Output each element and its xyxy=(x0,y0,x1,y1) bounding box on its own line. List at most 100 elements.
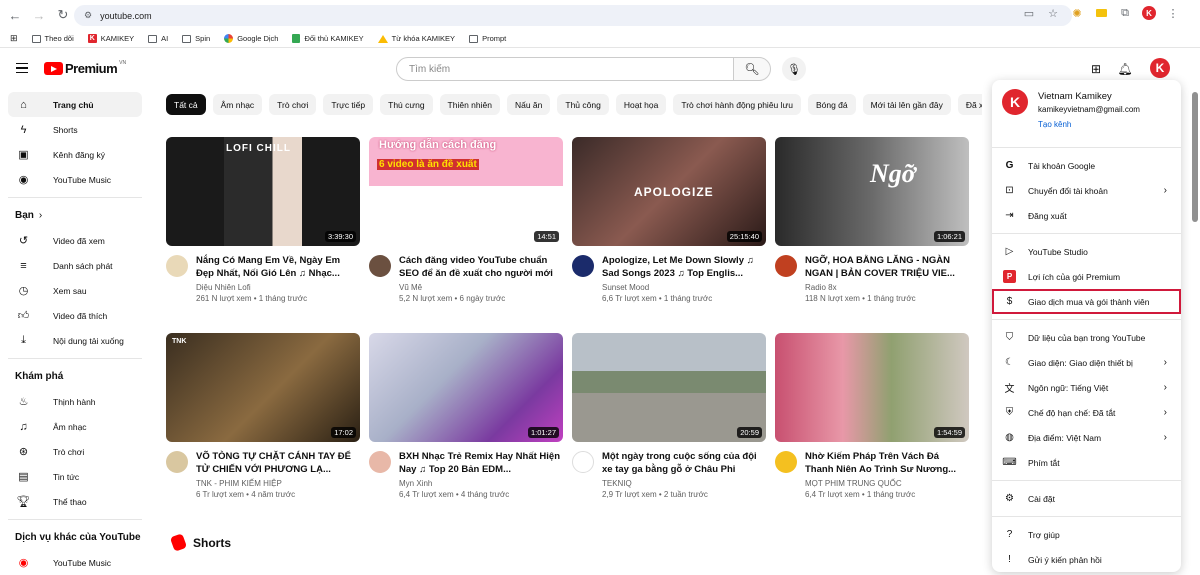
video-title[interactable]: Một ngày trong cuộc sống của đội xe tay … xyxy=(602,450,766,476)
sidebar-item-shorts[interactable]: ϟ Shorts xyxy=(8,117,142,142)
sidebar-item-youtube-music[interactable]: ◉ YouTube Music xyxy=(8,167,142,192)
menu-item-help[interactable]: ? Trợ giúp xyxy=(992,522,1181,547)
you-section-heading[interactable]: Bạn › xyxy=(0,203,150,228)
menu-item-switch-account[interactable]: ⊡ Chuyển đổi tài khoản › xyxy=(992,178,1181,203)
channel-avatar[interactable] xyxy=(166,255,188,277)
menu-item-youtube-studio[interactable]: ▷ YouTube Studio xyxy=(992,239,1181,264)
chip[interactable]: Trò chơi hành động phiêu lưu xyxy=(673,94,801,115)
channel-name[interactable]: TEKNIQ xyxy=(602,479,766,488)
video-card[interactable]: 20:59 Một ngày trong cuộc sống của đội x… xyxy=(572,333,766,499)
notifications-bell-icon[interactable]: 🔔︎ xyxy=(1117,61,1133,77)
reload-icon[interactable]: ↻ xyxy=(54,6,72,24)
profile-avatar[interactable]: K xyxy=(1142,6,1156,20)
bookmark-item[interactable]: Từ khóa KAMIKEY xyxy=(377,34,455,43)
forward-icon[interactable]: → xyxy=(30,6,48,24)
video-thumbnail[interactable]: LOFI CHILL 3:39:30 xyxy=(166,137,360,246)
video-card[interactable]: 1:54:59 Nhờ Kiếm Pháp Trên Vách Đá Thanh… xyxy=(775,333,969,499)
bookmark-item[interactable]: Theo dõi xyxy=(31,34,74,43)
menu-item-premium-benefits[interactable]: P Lợi ích của gói Premium xyxy=(992,264,1181,289)
channel-name[interactable]: Radio 8x xyxy=(805,283,969,292)
chip[interactable]: Hoạt họa xyxy=(615,94,667,115)
account-avatar[interactable]: K xyxy=(1150,58,1170,78)
channel-name[interactable]: Vũ Mê xyxy=(399,283,563,292)
channel-avatar[interactable] xyxy=(369,451,391,473)
video-title[interactable]: Apologize, Let Me Down Slowly ♫ Sad Song… xyxy=(602,254,766,280)
channel-name[interactable]: TNK - PHIM KIẾM HIỆP xyxy=(196,479,360,488)
video-card[interactable]: 1:01:27 BXH Nhạc Trẻ Remix Hay Nhất Hiện… xyxy=(369,333,563,499)
sidebar-item-home[interactable]: ⌂ Trang chủ xyxy=(8,92,142,117)
chip[interactable]: Thủ công xyxy=(557,94,609,115)
video-title[interactable]: VÕ TÒNG TỰ CHẶT CÁNH TAY ĐỂ TỬ CHIẾN VỚI… xyxy=(196,450,360,476)
chip[interactable]: Mới tải lên gần đây xyxy=(862,94,951,115)
chip[interactable]: Trực tiếp xyxy=(323,94,374,115)
voice-search-button[interactable]: 🎙︎ xyxy=(782,57,806,81)
extension-icon[interactable] xyxy=(1094,6,1108,20)
sidebar-item-downloads[interactable]: ⤓ Nội dung tải xuống xyxy=(8,328,142,353)
sidebar-item-liked-videos[interactable]: 👍︎ Video đã thích xyxy=(8,303,142,328)
bookmark-item[interactable]: Google Dịch xyxy=(224,34,278,43)
menu-item-language[interactable]: 文 Ngôn ngữ: Tiếng Việt › xyxy=(992,375,1181,400)
video-card[interactable]: Hướng dẫn cách đăng 6 video là ăn đề xuấ… xyxy=(369,137,563,303)
sidebar-item-history[interactable]: ↺ Video đã xem xyxy=(8,228,142,253)
menu-item-keyboard-shortcuts[interactable]: ⌨ Phím tắt xyxy=(992,450,1181,475)
address-bar[interactable]: ⚙ youtube.com xyxy=(74,5,1072,26)
bookmark-item[interactable]: K KAMIKEY xyxy=(87,34,134,43)
menu-item-send-feedback[interactable]: ! Gửi ý kiến phản hồi xyxy=(992,547,1181,572)
channel-name[interactable]: MỌT PHIM TRUNG QUỐC xyxy=(805,479,969,488)
menu-item-appearance[interactable]: ☾ Giao diện: Giao diện thiết bị › xyxy=(992,350,1181,375)
page-scrollbar[interactable] xyxy=(1192,92,1198,222)
menu-item-google-account[interactable]: G Tài khoản Google xyxy=(992,153,1181,178)
menu-dots-icon[interactable]: ⋮ xyxy=(1166,6,1180,20)
site-info-icon[interactable]: ⚙ xyxy=(84,10,92,21)
apps-icon[interactable]: ⊞ xyxy=(10,33,18,44)
sidebar-item-watch-later[interactable]: ◷ Xem sau xyxy=(8,278,142,303)
video-card[interactable]: LOFI CHILL 3:39:30 Nắng Có Mang Em Về, N… xyxy=(166,137,360,303)
video-thumbnail[interactable]: 1:54:59 xyxy=(775,333,969,442)
video-title[interactable]: Cách đăng video YouTube chuẩn SEO để ăn … xyxy=(399,254,563,280)
video-title[interactable]: BXH Nhạc Trẻ Remix Hay Nhất Hiện Nay ♫ T… xyxy=(399,450,563,476)
channel-name[interactable]: Diệu Nhiên Lofi xyxy=(196,283,360,292)
menu-item-your-data[interactable]: ⛉ Dữ liệu của bạn trong YouTube xyxy=(992,325,1181,350)
channel-avatar[interactable] xyxy=(775,255,797,277)
install-app-icon[interactable]: ▭ xyxy=(1022,6,1036,20)
video-thumbnail[interactable]: 20:59 xyxy=(572,333,766,442)
menu-item-location[interactable]: ◍ Địa điểm: Việt Nam › xyxy=(992,425,1181,450)
video-card[interactable]: APOLOGIZE 25:15:40 Apologize, Let Me Dow… xyxy=(572,137,766,303)
menu-item-restricted-mode[interactable]: ⛨ Chế độ hạn chế: Đã tắt › xyxy=(992,400,1181,425)
video-card[interactable]: Ngỡ 1:06:21 NGỠ, HOA BẰNG LĂNG - NGÀN NG… xyxy=(775,137,969,303)
bookmark-item[interactable]: Đối thủ KAMIKEY xyxy=(292,34,364,43)
channel-avatar[interactable] xyxy=(572,451,594,473)
sidebar-item-music[interactable]: ♫ Âm nhạc xyxy=(8,414,142,439)
menu-item-settings[interactable]: ⚙ Cài đặt xyxy=(992,486,1181,511)
video-thumbnail[interactable]: Ngỡ 1:06:21 xyxy=(775,137,969,246)
bookmark-star-icon[interactable]: ☆ xyxy=(1046,6,1060,20)
chip[interactable]: Thiên nhiên xyxy=(439,94,500,115)
channel-avatar[interactable] xyxy=(775,451,797,473)
search-input[interactable]: Tìm kiếm xyxy=(396,57,734,81)
sidebar-item-playlists[interactable]: ≡ Danh sách phát xyxy=(8,253,142,278)
bookmark-item[interactable]: Prompt xyxy=(469,34,506,43)
create-video-icon[interactable]: ⊞ xyxy=(1088,61,1104,77)
chip-all[interactable]: Tất cả xyxy=(166,94,206,115)
bookmark-item[interactable]: Spin xyxy=(182,34,210,43)
sidebar-item-trending[interactable]: ♨ Thịnh hành xyxy=(8,389,142,414)
channel-avatar[interactable] xyxy=(166,451,188,473)
extensions-puzzle-icon[interactable]: ⧉ xyxy=(1118,6,1132,20)
youtube-premium-logo[interactable]: Premium VN xyxy=(44,60,126,76)
sidebar-item-news[interactable]: ▤ Tin tức xyxy=(8,464,142,489)
back-icon[interactable]: ← xyxy=(6,6,24,24)
video-thumbnail[interactable]: Hướng dẫn cách đăng 6 video là ăn đề xuấ… xyxy=(369,137,563,246)
bookmark-item[interactable]: AI xyxy=(148,34,168,43)
video-card[interactable]: TNK 17:02 VÕ TÒNG TỰ CHẶT CÁNH TAY ĐỂ TỬ… xyxy=(166,333,360,499)
hamburger-menu-icon[interactable] xyxy=(16,63,28,73)
channel-avatar[interactable] xyxy=(572,255,594,277)
sidebar-item-sports[interactable]: 🏆︎ Thể thao xyxy=(8,489,142,514)
chip[interactable]: Đã xe xyxy=(957,94,982,115)
sidebar-item-youtube-music-app[interactable]: ◉ YouTube Music xyxy=(8,550,142,575)
extension-icon[interactable]: ✺ xyxy=(1070,6,1084,20)
chip[interactable]: Thú cưng xyxy=(380,94,433,115)
sidebar-item-gaming[interactable]: ⊛ Trò chơi xyxy=(8,439,142,464)
chip[interactable]: Bóng đá xyxy=(807,94,856,115)
chip[interactable]: Âm nhạc xyxy=(212,94,263,115)
video-title[interactable]: Nhờ Kiếm Pháp Trên Vách Đá Thanh Niên Ao… xyxy=(805,450,969,476)
